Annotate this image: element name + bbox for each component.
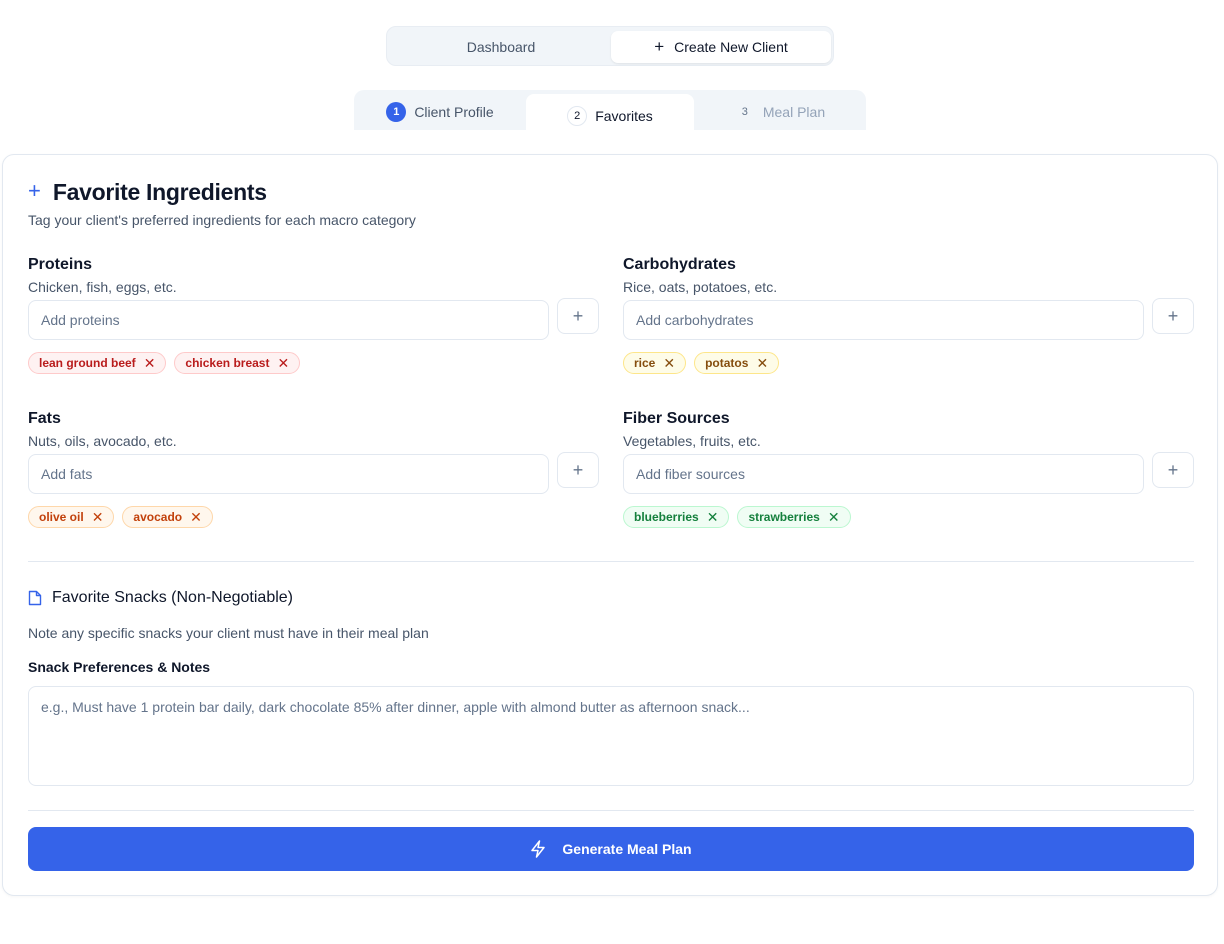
tag-label: blueberries [634, 510, 699, 524]
group-title: Carbohydrates [623, 256, 736, 273]
group-hint: Nuts, oils, avocado, etc. [28, 433, 177, 449]
snacks-title: Favorite Snacks (Non-Negotiable) [52, 589, 293, 606]
tab-create-new-client[interactable]: + Create New Client [611, 31, 831, 63]
step-label: Favorites [595, 108, 653, 124]
remove-tag-icon[interactable]: ✕ [277, 356, 289, 370]
snack-notes-textarea[interactable] [28, 686, 1194, 786]
ingredient-tag: strawberries ✕ [737, 506, 851, 528]
group-hint: Vegetables, fruits, etc. [623, 433, 761, 449]
divider [28, 810, 1194, 811]
tag-list: blueberries ✕ strawberries ✕ [623, 506, 851, 528]
step-meal-plan[interactable]: 3 Meal Plan [694, 94, 866, 130]
fats-input[interactable] [28, 454, 549, 494]
step-favorites[interactable]: 2 Favorites [526, 94, 694, 138]
input-row: + [28, 452, 599, 494]
add-fiber-sources-button[interactable]: + [1152, 452, 1194, 488]
tag-list: rice ✕ potatos ✕ [623, 352, 780, 374]
remove-tag-icon[interactable]: ✕ [828, 510, 840, 524]
remove-tag-icon[interactable]: ✕ [144, 356, 156, 370]
step-number: 3 [741, 106, 748, 118]
add-proteins-button[interactable]: + [557, 298, 599, 334]
plus-icon: + [1167, 459, 1179, 480]
divider [28, 561, 1194, 562]
group-title: Fiber Sources [623, 410, 730, 427]
group-carbohydrates: Carbohydrates Rice, oats, potatoes, etc.… [623, 256, 1194, 374]
tab-dashboard-label: Dashboard [466, 39, 536, 55]
tab-create-label: Create New Client [674, 39, 788, 55]
add-carbohydrates-button[interactable]: + [1152, 298, 1194, 334]
group-proteins: Proteins Chicken, fish, eggs, etc. + lea… [28, 256, 599, 374]
card-header: + Favorite Ingredients [28, 179, 267, 206]
top-nav: Dashboard + Create New Client [386, 26, 834, 66]
ingredient-tag: blueberries ✕ [623, 506, 730, 528]
ingredient-tag: lean ground beef ✕ [28, 352, 167, 374]
step-label: Client Profile [414, 104, 494, 120]
fiber-sources-input[interactable] [623, 454, 1144, 494]
card-subtitle: Tag your client's preferred ingredients … [28, 212, 416, 228]
step-number: 1 [386, 102, 407, 122]
step-client-profile[interactable]: 1 Client Profile [354, 94, 526, 130]
plus-icon: + [572, 459, 584, 480]
remove-tag-icon[interactable]: ✕ [663, 356, 675, 370]
remove-tag-icon[interactable]: ✕ [92, 510, 104, 524]
remove-tag-icon[interactable]: ✕ [756, 356, 768, 370]
file-icon [28, 590, 42, 606]
lightning-icon [531, 840, 546, 858]
proteins-input[interactable] [28, 300, 549, 340]
remove-tag-icon[interactable]: ✕ [707, 510, 719, 524]
group-fiber-sources: Fiber Sources Vegetables, fruits, etc. +… [623, 410, 1194, 528]
step-label: Meal Plan [762, 104, 826, 120]
ingredient-tag: potatos ✕ [694, 352, 780, 374]
snacks-subtitle: Note any specific snacks your client mus… [28, 625, 429, 641]
stepper: 1 Client Profile 2 Favorites 3 Meal Plan [354, 90, 866, 138]
input-row: + [623, 298, 1194, 340]
tag-label: strawberries [748, 510, 820, 524]
carbohydrates-input[interactable] [623, 300, 1144, 340]
snacks-header: Favorite Snacks (Non-Negotiable) [28, 589, 293, 607]
snacks-field-label: Snack Preferences & Notes [28, 659, 211, 675]
tag-label: chicken breast [185, 356, 270, 370]
tag-label: lean ground beef [39, 356, 136, 370]
plus-icon: + [654, 36, 665, 56]
plus-icon: + [1167, 305, 1179, 326]
group-title: Fats [28, 410, 61, 427]
tag-label: potatos [705, 356, 749, 370]
group-title: Proteins [28, 256, 93, 273]
generate-meal-plan-button[interactable]: Generate Meal Plan [28, 827, 1194, 871]
ingredient-tag: rice ✕ [623, 352, 687, 374]
generate-button-label: Generate Meal Plan [562, 841, 692, 857]
input-row: + [28, 298, 599, 340]
group-hint: Rice, oats, potatoes, etc. [623, 279, 778, 295]
plus-icon: + [28, 178, 41, 203]
card-title: Favorite Ingredients [52, 179, 267, 205]
group-hint: Chicken, fish, eggs, etc. [28, 279, 177, 295]
ingredient-tag: chicken breast ✕ [174, 352, 301, 374]
plus-icon: + [572, 305, 584, 326]
tag-label: rice [634, 356, 656, 370]
ingredient-tag: avocado ✕ [122, 506, 213, 528]
favorites-card: + Favorite Ingredients Tag your client's… [2, 154, 1218, 896]
tag-list: lean ground beef ✕ chicken breast ✕ [28, 352, 301, 374]
remove-tag-icon[interactable]: ✕ [190, 510, 202, 524]
group-fats: Fats Nuts, oils, avocado, etc. + olive o… [28, 410, 599, 528]
tag-label: olive oil [39, 510, 84, 524]
ingredient-tag: olive oil ✕ [28, 506, 115, 528]
tag-list: olive oil ✕ avocado ✕ [28, 506, 213, 528]
step-number: 2 [567, 106, 588, 126]
tab-dashboard[interactable]: Dashboard [391, 31, 611, 63]
add-fats-button[interactable]: + [557, 452, 599, 488]
tag-label: avocado [133, 510, 183, 524]
input-row: + [623, 452, 1194, 494]
